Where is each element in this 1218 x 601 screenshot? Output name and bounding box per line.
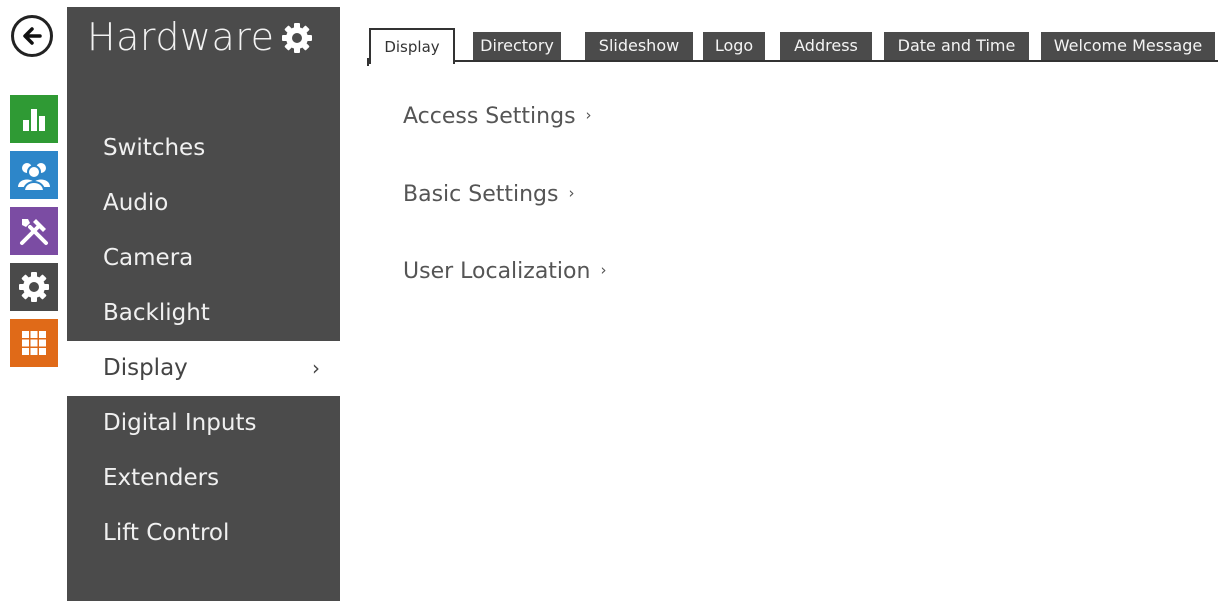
- sidebar-item-display[interactable]: Display ›: [67, 341, 340, 396]
- section-label: Access Settings: [403, 104, 576, 129]
- tab-address[interactable]: Address: [780, 32, 872, 60]
- sidebar-item-lift-control[interactable]: Lift Control: [67, 506, 340, 561]
- grid-icon: [22, 331, 46, 355]
- sidebar-menu: Switches Audio Camera Backlight Display …: [67, 121, 340, 561]
- sidebar-item-label: Backlight: [103, 300, 210, 326]
- chevron-right-icon: ›: [600, 261, 607, 279]
- sidebar-item-label: Audio: [103, 190, 169, 216]
- tools-icon: [20, 219, 48, 245]
- services-menu-button[interactable]: [10, 207, 58, 255]
- hardware-sidebar: Hardware Switches Audio Camera Backlight…: [67, 7, 340, 601]
- sidebar-item-digital-inputs[interactable]: Digital Inputs: [67, 396, 340, 451]
- status-menu-button[interactable]: [10, 95, 58, 143]
- sidebar-item-backlight[interactable]: Backlight: [67, 286, 340, 341]
- system-menu-button[interactable]: [10, 263, 58, 311]
- tab-bar: Display Directory Slideshow Logo Address…: [355, 28, 1218, 66]
- gear-icon: [19, 272, 49, 302]
- sidebar-item-audio[interactable]: Audio: [67, 176, 340, 231]
- directory-menu-button[interactable]: [10, 151, 58, 199]
- sidebar-item-switches[interactable]: Switches: [67, 121, 340, 176]
- sidebar-item-label: Switches: [103, 135, 206, 161]
- access-settings-link[interactable]: Access Settings ›: [403, 104, 592, 129]
- sidebar-item-camera[interactable]: Camera: [67, 231, 340, 286]
- sidebar-item-label: Display: [103, 355, 188, 381]
- chevron-right-icon: ›: [568, 184, 575, 202]
- tab-logo[interactable]: Logo: [703, 32, 765, 60]
- chevron-right-icon: ›: [585, 106, 592, 124]
- users-icon: [18, 163, 50, 192]
- tab-display[interactable]: Display: [369, 28, 455, 64]
- tab-directory[interactable]: Directory: [473, 32, 561, 60]
- back-button[interactable]: [11, 15, 53, 57]
- tab-slideshow[interactable]: Slideshow: [585, 32, 693, 60]
- section-label: Basic Settings: [403, 182, 559, 207]
- applications-menu-button[interactable]: [10, 319, 58, 367]
- arrow-left-icon: [23, 27, 42, 45]
- bar-chart-icon: [23, 109, 45, 131]
- gear-icon[interactable]: [280, 21, 314, 55]
- tab-active-edge: [367, 58, 369, 66]
- sidebar-item-label: Lift Control: [103, 520, 230, 546]
- sidebar-item-extenders[interactable]: Extenders: [67, 451, 340, 506]
- sidebar-item-label: Camera: [103, 245, 194, 271]
- app-rail: [0, 0, 66, 601]
- user-localization-link[interactable]: User Localization ›: [403, 259, 606, 284]
- sidebar-item-label: Extenders: [103, 465, 220, 491]
- sidebar-title: Hardware: [87, 15, 275, 59]
- tab-date-and-time[interactable]: Date and Time: [884, 32, 1029, 60]
- chevron-right-icon: ›: [312, 356, 320, 380]
- sidebar-item-label: Digital Inputs: [103, 410, 257, 436]
- basic-settings-link[interactable]: Basic Settings ›: [403, 182, 574, 207]
- section-label: User Localization: [403, 259, 591, 284]
- tab-welcome-message[interactable]: Welcome Message: [1041, 32, 1215, 60]
- tab-baseline: [455, 60, 1218, 62]
